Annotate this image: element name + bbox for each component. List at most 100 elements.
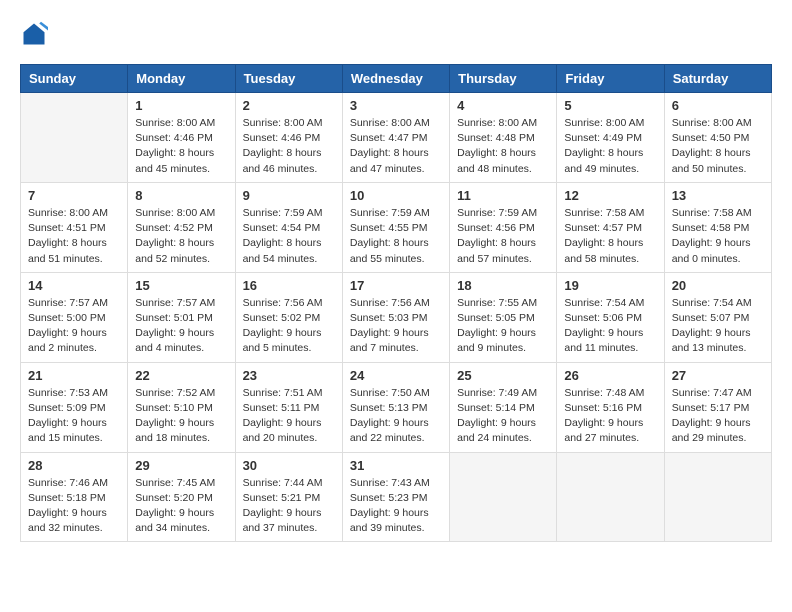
day-number: 8 bbox=[135, 188, 227, 203]
day-info: Sunrise: 8:00 AMSunset: 4:48 PMDaylight:… bbox=[457, 116, 549, 177]
calendar-week-2: 7Sunrise: 8:00 AMSunset: 4:51 PMDaylight… bbox=[21, 182, 772, 272]
calendar-cell: 25 Sunrise: 7:49 AMSunset: 5:14 PMDayligh… bbox=[450, 362, 557, 452]
day-number: 20 bbox=[672, 278, 764, 293]
day-number: 6 bbox=[672, 98, 764, 113]
day-number: 5 bbox=[564, 98, 656, 113]
calendar-cell: 28 Sunrise: 7:46 AMSunset: 5:18 PMDayligh… bbox=[21, 452, 128, 542]
day-number: 27 bbox=[672, 368, 764, 383]
calendar-cell: 16 Sunrise: 7:56 AMSunset: 5:02 PMDayligh… bbox=[235, 272, 342, 362]
calendar-table: SundayMondayTuesdayWednesdayThursdayFrid… bbox=[20, 64, 772, 542]
day-info: Sunrise: 8:00 AMSunset: 4:50 PMDaylight:… bbox=[672, 116, 764, 177]
calendar-cell: 5 Sunrise: 8:00 AMSunset: 4:49 PMDaylight… bbox=[557, 93, 664, 183]
calendar-cell: 4Sunrise: 8:00 AMSunset: 4:48 PMDaylight… bbox=[450, 93, 557, 183]
day-info: Sunrise: 8:00 AMSunset: 4:49 PMDaylight:… bbox=[564, 116, 656, 177]
day-info: Sunrise: 8:00 AMSunset: 4:46 PMDaylight:… bbox=[243, 116, 335, 177]
day-number: 16 bbox=[243, 278, 335, 293]
calendar-cell: 21 Sunrise: 7:53 AMSunset: 5:09 PMDayligh… bbox=[21, 362, 128, 452]
calendar-cell: 22Sunrise: 7:52 AMSunset: 5:10 PMDayligh… bbox=[128, 362, 235, 452]
page-header bbox=[20, 20, 772, 48]
day-info: Sunrise: 7:57 AMSunset: 5:00 PMDaylight:… bbox=[28, 296, 120, 357]
day-number: 7 bbox=[28, 188, 120, 203]
calendar-header-sunday: Sunday bbox=[21, 65, 128, 93]
calendar-cell: 29 Sunrise: 7:45 AMSunset: 5:20 PMDayligh… bbox=[128, 452, 235, 542]
day-number: 2 bbox=[243, 98, 335, 113]
calendar-cell: 13Sunrise: 7:58 AMSunset: 4:58 PMDayligh… bbox=[664, 182, 771, 272]
calendar-week-3: 14Sunrise: 7:57 AMSunset: 5:00 PMDayligh… bbox=[21, 272, 772, 362]
day-number: 30 bbox=[243, 458, 335, 473]
calendar-header-friday: Friday bbox=[557, 65, 664, 93]
day-info: Sunrise: 8:00 AMSunset: 4:52 PMDaylight:… bbox=[135, 206, 227, 267]
calendar-cell: 23Sunrise: 7:51 AMSunset: 5:11 PMDayligh… bbox=[235, 362, 342, 452]
day-info: Sunrise: 7:50 AMSunset: 5:13 PMDaylight:… bbox=[350, 386, 442, 447]
day-info: Sunrise: 7:46 AMSunset: 5:18 PMDaylight:… bbox=[28, 476, 120, 537]
day-number: 12 bbox=[564, 188, 656, 203]
calendar-cell: 31 Sunrise: 7:43 AMSunset: 5:23 PMDayligh… bbox=[342, 452, 449, 542]
day-info: Sunrise: 7:56 AMSunset: 5:02 PMDaylight:… bbox=[243, 296, 335, 357]
calendar-header-wednesday: Wednesday bbox=[342, 65, 449, 93]
day-info: Sunrise: 7:45 AMSunset: 5:20 PMDaylight:… bbox=[135, 476, 227, 537]
day-info: Sunrise: 7:56 AMSunset: 5:03 PMDaylight:… bbox=[350, 296, 442, 357]
calendar-cell: 27 Sunrise: 7:47 AMSunset: 5:17 PMDayligh… bbox=[664, 362, 771, 452]
day-number: 15 bbox=[135, 278, 227, 293]
day-info: Sunrise: 7:54 AMSunset: 5:07 PMDaylight:… bbox=[672, 296, 764, 357]
calendar-cell: 8 Sunrise: 8:00 AMSunset: 4:52 PMDaylight… bbox=[128, 182, 235, 272]
day-info: Sunrise: 7:43 AMSunset: 5:23 PMDaylight:… bbox=[350, 476, 442, 537]
calendar-cell: 12 Sunrise: 7:58 AMSunset: 4:57 PMDayligh… bbox=[557, 182, 664, 272]
day-number: 22 bbox=[135, 368, 227, 383]
day-info: Sunrise: 7:57 AMSunset: 5:01 PMDaylight:… bbox=[135, 296, 227, 357]
day-number: 9 bbox=[243, 188, 335, 203]
calendar-cell bbox=[664, 452, 771, 542]
logo-icon bbox=[20, 20, 48, 48]
day-info: Sunrise: 7:49 AMSunset: 5:14 PMDaylight:… bbox=[457, 386, 549, 447]
calendar-cell: 11 Sunrise: 7:59 AMSunset: 4:56 PMDayligh… bbox=[450, 182, 557, 272]
day-info: Sunrise: 7:53 AMSunset: 5:09 PMDaylight:… bbox=[28, 386, 120, 447]
day-number: 24 bbox=[350, 368, 442, 383]
calendar-cell: 18Sunrise: 7:55 AMSunset: 5:05 PMDayligh… bbox=[450, 272, 557, 362]
day-info: Sunrise: 7:59 AMSunset: 4:56 PMDaylight:… bbox=[457, 206, 549, 267]
day-info: Sunrise: 7:47 AMSunset: 5:17 PMDaylight:… bbox=[672, 386, 764, 447]
logo bbox=[20, 20, 52, 48]
day-number: 21 bbox=[28, 368, 120, 383]
calendar-week-1: 1 Sunrise: 8:00 AMSunset: 4:46 PMDaylight… bbox=[21, 93, 772, 183]
day-info: Sunrise: 8:00 AMSunset: 4:47 PMDaylight:… bbox=[350, 116, 442, 177]
calendar-header-tuesday: Tuesday bbox=[235, 65, 342, 93]
day-number: 11 bbox=[457, 188, 549, 203]
calendar-cell: 10 Sunrise: 7:59 AMSunset: 4:55 PMDayligh… bbox=[342, 182, 449, 272]
calendar-cell: 24 Sunrise: 7:50 AMSunset: 5:13 PMDayligh… bbox=[342, 362, 449, 452]
day-info: Sunrise: 7:48 AMSunset: 5:16 PMDaylight:… bbox=[564, 386, 656, 447]
day-number: 1 bbox=[135, 98, 227, 113]
day-number: 10 bbox=[350, 188, 442, 203]
day-number: 3 bbox=[350, 98, 442, 113]
day-number: 17 bbox=[350, 278, 442, 293]
calendar-cell: 30 Sunrise: 7:44 AMSunset: 5:21 PMDayligh… bbox=[235, 452, 342, 542]
calendar-cell: 15 Sunrise: 7:57 AMSunset: 5:01 PMDayligh… bbox=[128, 272, 235, 362]
day-number: 31 bbox=[350, 458, 442, 473]
calendar-header-saturday: Saturday bbox=[664, 65, 771, 93]
day-info: Sunrise: 7:59 AMSunset: 4:54 PMDaylight:… bbox=[243, 206, 335, 267]
day-info: Sunrise: 7:59 AMSunset: 4:55 PMDaylight:… bbox=[350, 206, 442, 267]
day-info: Sunrise: 7:54 AMSunset: 5:06 PMDaylight:… bbox=[564, 296, 656, 357]
calendar-cell bbox=[21, 93, 128, 183]
day-info: Sunrise: 8:00 AMSunset: 4:46 PMDaylight:… bbox=[135, 116, 227, 177]
day-number: 29 bbox=[135, 458, 227, 473]
day-info: Sunrise: 7:58 AMSunset: 4:57 PMDaylight:… bbox=[564, 206, 656, 267]
calendar-week-5: 28 Sunrise: 7:46 AMSunset: 5:18 PMDayligh… bbox=[21, 452, 772, 542]
day-number: 18 bbox=[457, 278, 549, 293]
calendar-header-row: SundayMondayTuesdayWednesdayThursdayFrid… bbox=[21, 65, 772, 93]
day-number: 28 bbox=[28, 458, 120, 473]
calendar-cell: 2 Sunrise: 8:00 AMSunset: 4:46 PMDaylight… bbox=[235, 93, 342, 183]
calendar-cell: 7Sunrise: 8:00 AMSunset: 4:51 PMDaylight… bbox=[21, 182, 128, 272]
calendar-cell: 20 Sunrise: 7:54 AMSunset: 5:07 PMDayligh… bbox=[664, 272, 771, 362]
calendar-week-4: 21 Sunrise: 7:53 AMSunset: 5:09 PMDayligh… bbox=[21, 362, 772, 452]
calendar-cell: 6 Sunrise: 8:00 AMSunset: 4:50 PMDaylight… bbox=[664, 93, 771, 183]
calendar-cell bbox=[557, 452, 664, 542]
calendar-cell: 26 Sunrise: 7:48 AMSunset: 5:16 PMDayligh… bbox=[557, 362, 664, 452]
calendar-cell: 19Sunrise: 7:54 AMSunset: 5:06 PMDayligh… bbox=[557, 272, 664, 362]
day-number: 26 bbox=[564, 368, 656, 383]
day-number: 25 bbox=[457, 368, 549, 383]
day-info: Sunrise: 7:44 AMSunset: 5:21 PMDaylight:… bbox=[243, 476, 335, 537]
calendar-cell: 1 Sunrise: 8:00 AMSunset: 4:46 PMDaylight… bbox=[128, 93, 235, 183]
calendar-cell: 3 Sunrise: 8:00 AMSunset: 4:47 PMDaylight… bbox=[342, 93, 449, 183]
day-info: Sunrise: 7:58 AMSunset: 4:58 PMDaylight:… bbox=[672, 206, 764, 267]
day-number: 23 bbox=[243, 368, 335, 383]
